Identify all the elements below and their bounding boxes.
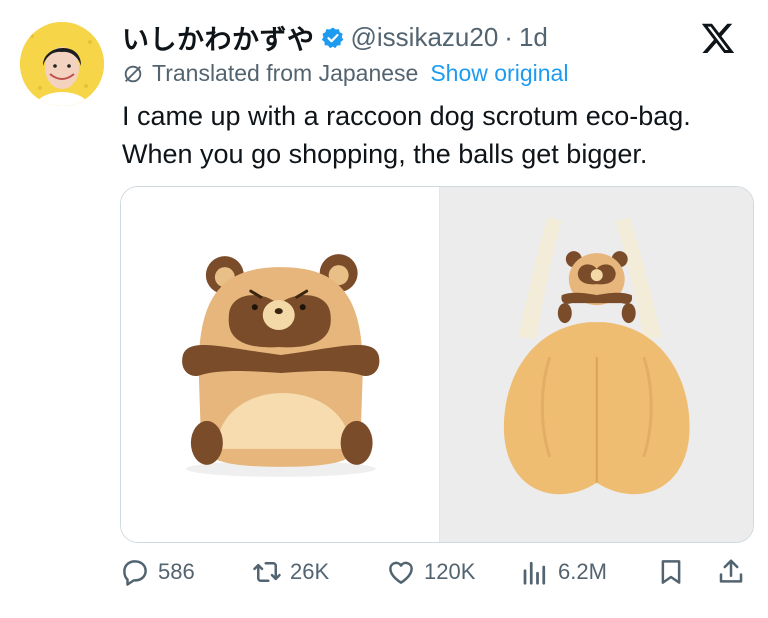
verified-badge-icon bbox=[321, 27, 343, 48]
x-logo-icon bbox=[701, 23, 735, 53]
translated-label: Translated from Japanese bbox=[152, 60, 419, 86]
repost-count: 26K bbox=[290, 559, 330, 584]
translate-icon bbox=[124, 65, 142, 82]
avatar[interactable] bbox=[20, 22, 104, 106]
views-icon bbox=[523, 561, 546, 585]
tweet-text: I came up with a raccoon dog scrotum eco… bbox=[122, 97, 762, 173]
view-count: 6.2M bbox=[558, 559, 607, 584]
share-icon bbox=[719, 559, 743, 583]
raccoon-bag-front-image bbox=[121, 187, 439, 542]
media-grid bbox=[120, 186, 754, 543]
media-image-2[interactable] bbox=[439, 187, 753, 542]
tweet-header: いしかわかずや @issikazu20 · 1d bbox=[122, 18, 548, 57]
reply-icon bbox=[123, 560, 147, 586]
raccoon-bag-worn-image bbox=[439, 187, 753, 542]
bookmark-button[interactable] bbox=[656, 557, 686, 587]
avatar-photo bbox=[20, 22, 104, 106]
views-button[interactable]: 6.2M bbox=[520, 557, 607, 587]
reply-button[interactable]: 586 bbox=[120, 557, 195, 587]
repost-icon bbox=[253, 562, 281, 582]
media-image-1[interactable] bbox=[121, 187, 440, 542]
bookmark-icon bbox=[661, 560, 681, 584]
repost-button[interactable]: 26K bbox=[252, 557, 329, 587]
tweet-text-line-1: I came up with a raccoon dog scrotum eco… bbox=[122, 101, 691, 131]
author-handle[interactable]: @issikazu20 bbox=[351, 22, 499, 53]
tweet: いしかわかずや @issikazu20 · 1d Translated from… bbox=[0, 0, 768, 618]
like-button[interactable]: 120K bbox=[386, 557, 475, 587]
action-bar: 586 26K 120K 6.2M bbox=[0, 557, 768, 597]
show-original-link[interactable]: Show original bbox=[430, 60, 568, 87]
share-button[interactable] bbox=[716, 557, 746, 587]
reply-count: 586 bbox=[158, 559, 195, 584]
author-name[interactable]: いしかわかずや bbox=[122, 18, 315, 57]
translation-notice: Translated from Japanese Show original bbox=[122, 60, 568, 87]
like-count: 120K bbox=[424, 559, 476, 584]
tweet-text-line-2: When you go shopping, the balls get bigg… bbox=[122, 139, 648, 169]
separator-dot: · bbox=[504, 22, 513, 52]
like-icon bbox=[389, 561, 413, 584]
post-time[interactable]: 1d bbox=[519, 22, 548, 53]
